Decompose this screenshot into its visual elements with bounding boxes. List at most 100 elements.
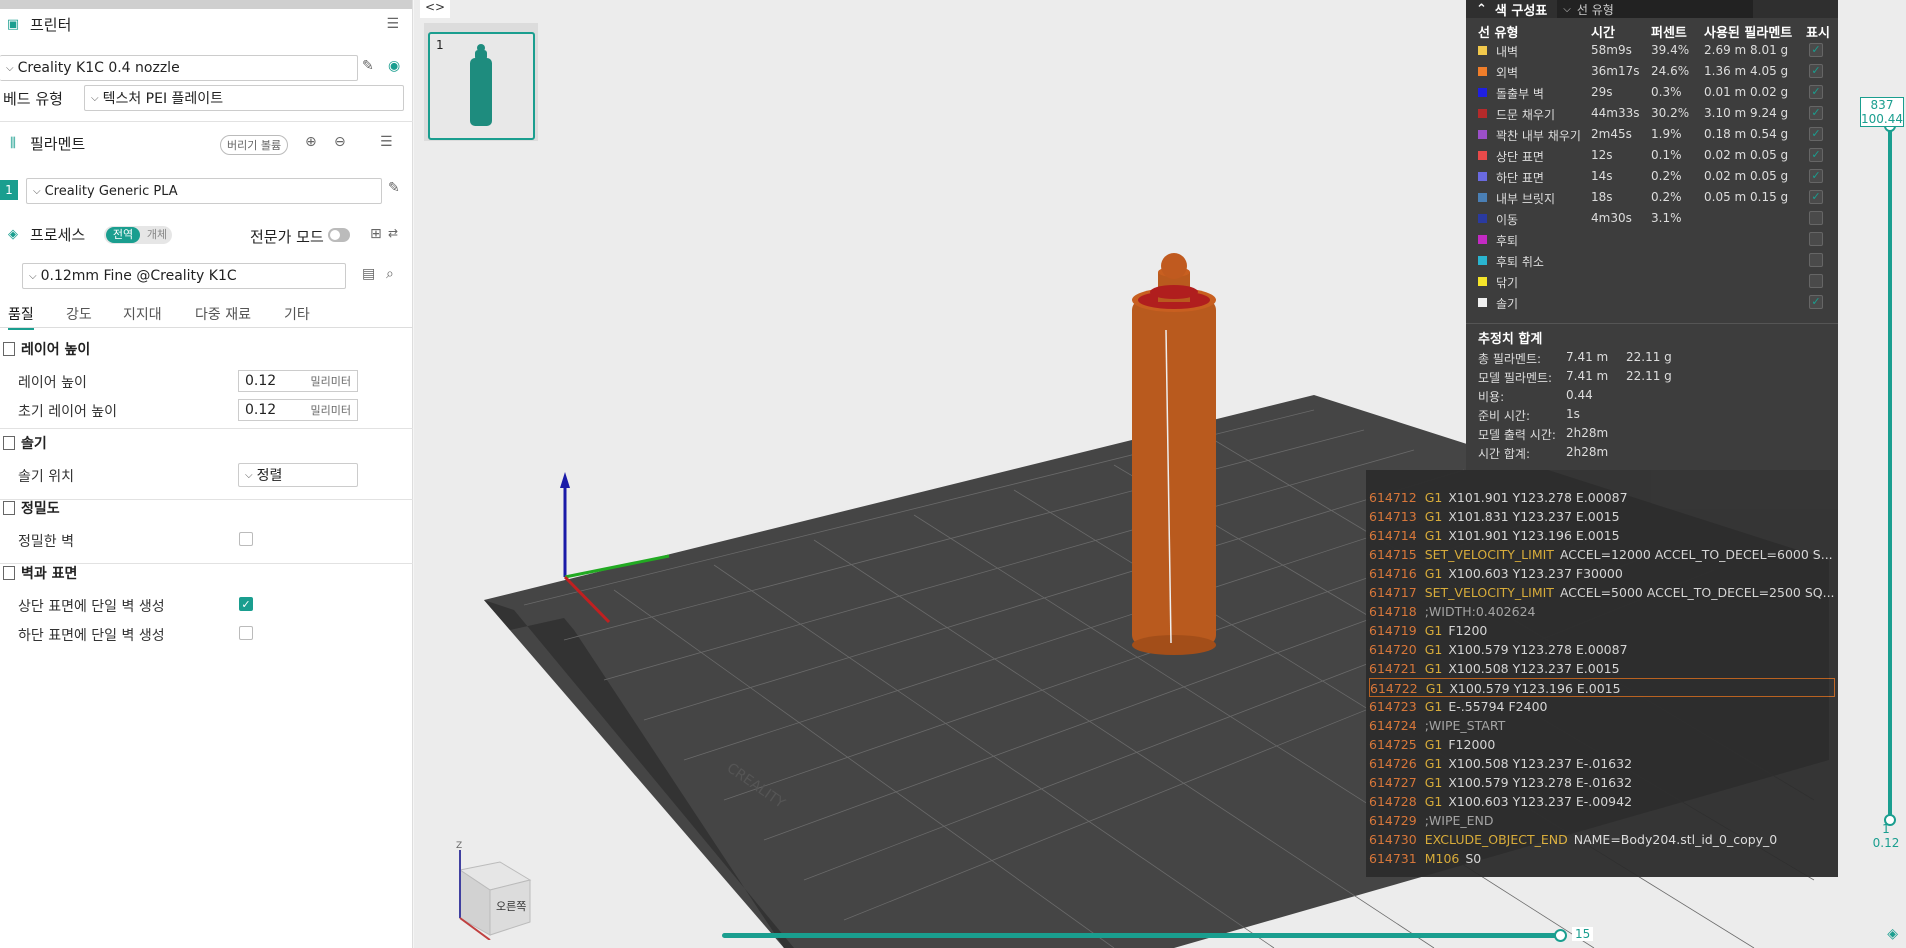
gcode-line[interactable]: 614729 ;WIPE_END: [1366, 811, 1838, 830]
color-swatch: [1478, 109, 1487, 118]
gcode-line[interactable]: 614723 G1 E-.55794 F2400: [1366, 697, 1838, 716]
legend-row[interactable]: 외벽 36m17s 24.6% 1.36 m 4.05 g ✓: [1466, 61, 1838, 82]
legend-row[interactable]: 후퇴 취소: [1466, 250, 1838, 271]
ab-compare-icon[interactable]: ⇄: [388, 226, 398, 240]
tab-strength[interactable]: 강도: [66, 304, 92, 324]
layer-slider[interactable]: [1888, 126, 1892, 820]
top-single-wall-checkbox[interactable]: ✓: [239, 597, 253, 611]
legend-row[interactable]: 꽉찬 내부 채우기 2m45s 1.9% 0.18 m 0.54 g ✓: [1466, 124, 1838, 145]
gcode-line[interactable]: 614713 G1 X101.831 Y123.237 E.0015: [1366, 507, 1838, 526]
gcode-line[interactable]: 614730 EXCLUDE_OBJECT_END NAME=Body204.stl…: [1366, 830, 1838, 849]
initial-layer-height-input[interactable]: 0.12 밀리미터: [238, 399, 358, 421]
global-tab[interactable]: 전역: [106, 227, 140, 243]
precise-wall-checkbox[interactable]: [239, 532, 253, 546]
show-checkbox[interactable]: ✓: [1809, 64, 1823, 78]
sliced-model[interactable]: [1132, 253, 1216, 655]
gcode-line[interactable]: 614716 G1 X100.603 Y123.237 F30000: [1366, 564, 1838, 583]
show-checkbox[interactable]: ✓: [1809, 295, 1823, 309]
printer-settings-icon[interactable]: ☰: [386, 16, 399, 32]
seam-position-select[interactable]: ⌵ 정렬: [238, 463, 358, 487]
gcode-args: F1200: [1448, 623, 1488, 638]
layer-height-input[interactable]: 0.12 밀리미터: [238, 370, 358, 392]
tab-others[interactable]: 기타: [284, 304, 310, 324]
gcode-line[interactable]: 614731 M106 S0: [1366, 849, 1838, 868]
legend-row[interactable]: 내벽 58m9s 39.4% 2.69 m 8.01 g ✓: [1466, 40, 1838, 61]
show-checkbox[interactable]: ✓: [1809, 169, 1823, 183]
add-filament-icon[interactable]: ⊕: [305, 134, 317, 150]
legend-row[interactable]: 닦기: [1466, 271, 1838, 292]
gcode-line[interactable]: 614724 ;WIPE_START: [1366, 716, 1838, 735]
layers-icon: ◈: [8, 226, 18, 242]
legend-row[interactable]: 이동 4m30s 3.1%: [1466, 208, 1838, 229]
show-checkbox[interactable]: [1809, 211, 1823, 225]
object-tab[interactable]: 개체: [142, 227, 172, 243]
legend-rows: 내벽 58m9s 39.4% 2.69 m 8.01 g ✓ 외벽 36m17s 24.6% 1.…: [1466, 40, 1838, 313]
summary-key: 시간 합계:: [1478, 447, 1531, 461]
show-checkbox[interactable]: ✓: [1809, 106, 1823, 120]
tab-support[interactable]: 지지대: [123, 304, 162, 324]
gcode-line[interactable]: 614725 G1 F12000: [1366, 735, 1838, 754]
color-swatch: [1478, 214, 1487, 223]
wifi-icon[interactable]: ◉: [388, 58, 400, 74]
tab-quality[interactable]: 품질: [8, 304, 34, 330]
gcode-line[interactable]: 614718 ;WIDTH:0.402624: [1366, 602, 1838, 621]
edit-filament-icon[interactable]: ✎: [388, 180, 400, 196]
expert-mode-toggle[interactable]: [328, 228, 350, 242]
gcode-line[interactable]: 614715 SET_VELOCITY_LIMIT ACCEL=12000 ACCE…: [1366, 545, 1838, 564]
printer-select[interactable]: ⌵ Creality K1C 0.4 nozzle: [0, 55, 358, 81]
section-seam: 솔기: [0, 432, 413, 454]
legend-row[interactable]: 돌출부 벽 29s 0.3% 0.01 m 0.02 g ✓: [1466, 82, 1838, 103]
summary-value: 2h28m: [1566, 445, 1609, 459]
gcode-line[interactable]: 614727 G1 X100.579 Y123.278 E-.01632: [1366, 773, 1838, 792]
show-checkbox[interactable]: ✓: [1809, 190, 1823, 204]
filament-slot-badge[interactable]: 1: [0, 180, 18, 200]
gcode-line[interactable]: 614728 G1 X100.603 Y123.237 E-.00942: [1366, 792, 1838, 811]
legend-row[interactable]: 내부 브릿지 18s 0.2% 0.05 m 0.15 g ✓: [1466, 187, 1838, 208]
line-weight: 0.02 g: [1750, 85, 1789, 99]
compare-icon[interactable]: ⊞: [370, 226, 382, 242]
show-checkbox[interactable]: ✓: [1809, 127, 1823, 141]
layers-toggle-icon[interactable]: ◈: [1887, 926, 1898, 942]
collapse-icon[interactable]: ⌃: [1476, 2, 1487, 17]
line-number: 614713: [1369, 509, 1417, 524]
show-checkbox[interactable]: ✓: [1809, 43, 1823, 57]
gcode-line[interactable]: 614719 G1 F1200: [1366, 621, 1838, 640]
show-checkbox[interactable]: ✓: [1809, 85, 1823, 99]
line-type-name: 이동: [1496, 213, 1519, 227]
gcode-line[interactable]: 614712 G1 X101.901 Y123.278 E.00087: [1366, 488, 1838, 507]
gcode-line[interactable]: 614726 G1 X100.508 Y123.237 E-.01632: [1366, 754, 1838, 773]
filament-select[interactable]: ⌵ Creality Generic PLA: [26, 178, 382, 204]
gcode-line[interactable]: 614721 G1 X100.508 Y123.237 E.0015: [1366, 659, 1838, 678]
gcode-line[interactable]: 614717 SET_VELOCITY_LIMIT ACCEL=5000 ACCEL…: [1366, 583, 1838, 602]
flush-volume-button[interactable]: 버리기 볼륨: [220, 135, 289, 155]
section-precision: 정밀도: [0, 497, 413, 519]
view-type-select[interactable]: ⌵ 선 유형: [1557, 0, 1754, 18]
search-icon[interactable]: ⌕: [386, 266, 394, 282]
tab-multimaterial[interactable]: 다중 재료: [195, 304, 251, 324]
edit-printer-icon[interactable]: ✎: [362, 58, 374, 74]
nav-cube-right-label: 오른쪽: [496, 900, 526, 913]
gcode-viewer[interactable]: 614712 G1 X101.901 Y123.278 E.00087 614713 G…: [1366, 470, 1838, 877]
save-icon[interactable]: ▤: [362, 266, 375, 282]
gcode-line[interactable]: 614720 G1 X100.579 Y123.278 E.00087: [1366, 640, 1838, 659]
process-profile-select[interactable]: ⌵ 0.12mm Fine @Creality K1C: [22, 263, 346, 289]
legend-row[interactable]: 하단 표면 14s 0.2% 0.02 m 0.05 g ✓: [1466, 166, 1838, 187]
legend-row[interactable]: 솔기 ✓: [1466, 292, 1838, 313]
remove-filament-icon[interactable]: ⊖: [334, 134, 346, 150]
legend-row[interactable]: 후퇴: [1466, 229, 1838, 250]
gcode-line[interactable]: 614722 G1 X100.579 Y123.196 E.0015: [1369, 678, 1835, 697]
legend-row[interactable]: 드문 채우기 44m33s 30.2% 3.10 m 9.24 g ✓: [1466, 103, 1838, 124]
move-slider[interactable]: [722, 933, 1562, 938]
filament-settings-icon[interactable]: ☰: [380, 134, 393, 150]
show-checkbox[interactable]: [1809, 274, 1823, 288]
gcode-line[interactable]: 614714 G1 X101.901 Y123.196 E.0015: [1366, 526, 1838, 545]
show-checkbox[interactable]: ✓: [1809, 148, 1823, 162]
line-percent: 24.6%: [1651, 64, 1690, 78]
bed-type-select[interactable]: ⌵ 텍스처 PEI 플레이트: [84, 85, 404, 111]
move-slider-handle[interactable]: [1554, 929, 1567, 942]
bottom-single-wall-checkbox[interactable]: [239, 626, 253, 640]
legend-row[interactable]: 상단 표면 12s 0.1% 0.02 m 0.05 g ✓: [1466, 145, 1838, 166]
navigation-cube[interactable]: Z 오른쪽: [440, 840, 540, 941]
show-checkbox[interactable]: [1809, 253, 1823, 267]
show-checkbox[interactable]: [1809, 232, 1823, 246]
